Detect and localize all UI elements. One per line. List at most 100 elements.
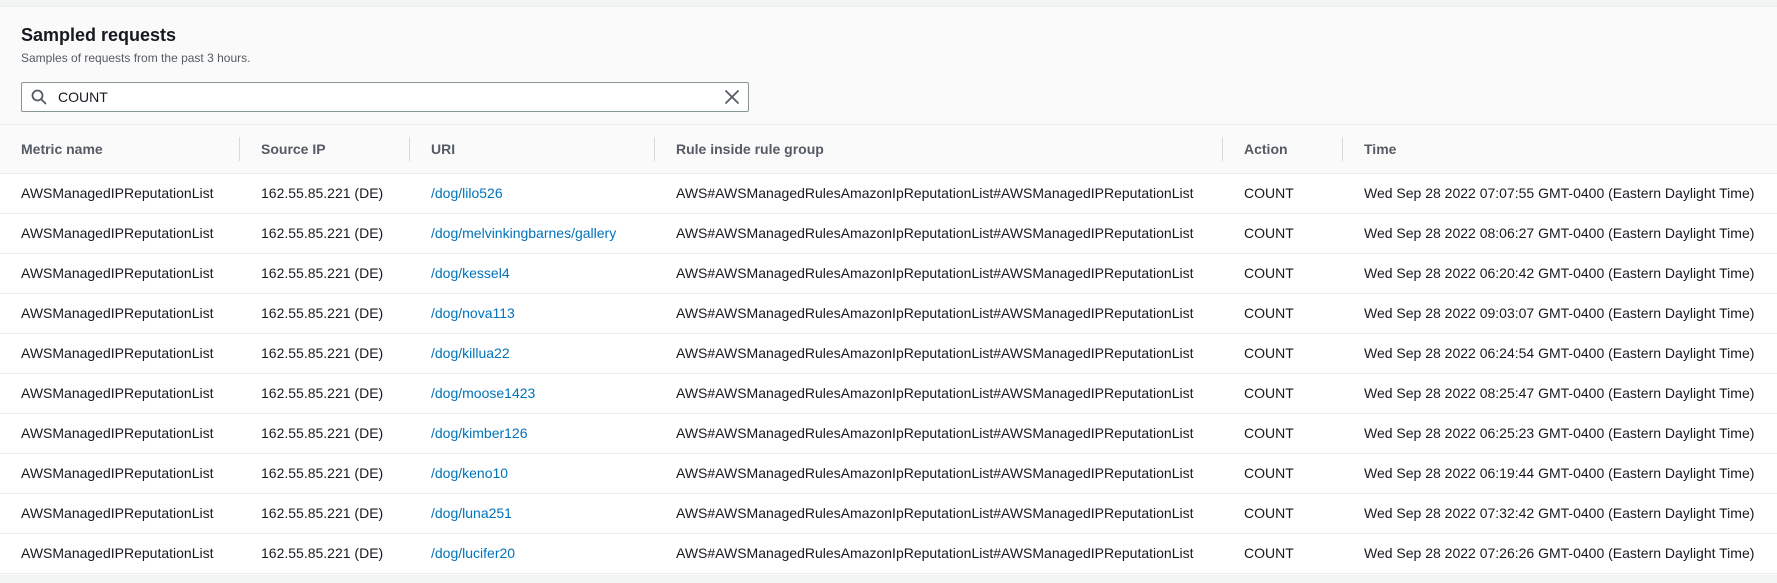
column-header-label: URI [431,140,456,157]
rule-cell: AWS#AWSManagedRulesAmazonIpReputationLis… [676,465,1194,481]
uri-link[interactable]: /dog/lilo526 [431,185,503,201]
column-header-label: Source IP [261,140,326,157]
table-row: AWSManagedIPReputationList 162.55.85.221 … [0,333,1777,373]
table-row: AWSManagedIPReputationList 162.55.85.221 … [0,373,1777,413]
uri-cell: /dog/killua22 [410,333,655,373]
metric-name-cell: AWSManagedIPReputationList [21,545,214,561]
source-ip-cell: 162.55.85.221 (DE) [261,505,384,521]
time-cell: Wed Sep 28 2022 07:07:55 GMT-0400 (Easte… [1364,185,1755,201]
table-header-row: Metric name Source IP URI Rule inside ru… [0,125,1777,173]
uri-link[interactable]: /dog/moose1423 [431,385,535,401]
time-cell: Wed Sep 28 2022 07:32:42 GMT-0400 (Easte… [1364,505,1755,521]
time-cell: Wed Sep 28 2022 07:26:26 GMT-0400 (Easte… [1364,545,1755,561]
column-header-time[interactable]: Time [1343,125,1777,173]
uri-cell: /dog/kimber126 [410,413,655,453]
close-icon[interactable] [724,89,740,105]
action-cell: COUNT [1244,545,1294,561]
uri-cell: /dog/lucifer20 [410,533,655,573]
rule-cell: AWS#AWSManagedRulesAmazonIpReputationLis… [676,385,1194,401]
action-cell: COUNT [1244,225,1294,241]
uri-cell: /dog/keno10 [410,453,655,493]
source-ip-cell: 162.55.85.221 (DE) [261,465,384,481]
uri-link[interactable]: /dog/kessel4 [431,265,510,281]
source-ip-cell: 162.55.85.221 (DE) [261,305,384,321]
uri-link[interactable]: /dog/killua22 [431,345,510,361]
column-header-uri[interactable]: URI [410,125,655,173]
action-cell: COUNT [1244,265,1294,281]
page-subtitle: Samples of requests from the past 3 hour… [21,51,251,65]
metric-name-cell: AWSManagedIPReputationList [21,265,214,281]
uri-cell: /dog/moose1423 [410,373,655,413]
table-row: AWSManagedIPReputationList 162.55.85.221 … [0,533,1777,573]
rule-cell: AWS#AWSManagedRulesAmazonIpReputationLis… [676,425,1194,441]
rule-cell: AWS#AWSManagedRulesAmazonIpReputationLis… [676,305,1194,321]
uri-link[interactable]: /dog/luna251 [431,505,512,521]
rule-cell: AWS#AWSManagedRulesAmazonIpReputationLis… [676,345,1194,361]
metric-name-cell: AWSManagedIPReputationList [21,185,214,201]
action-cell: COUNT [1244,425,1294,441]
table-row: AWSManagedIPReputationList 162.55.85.221 … [0,413,1777,453]
table-row: AWSManagedIPReputationList 162.55.85.221 … [0,253,1777,293]
column-header-rule[interactable]: Rule inside rule group [655,125,1223,173]
time-cell: Wed Sep 28 2022 06:25:23 GMT-0400 (Easte… [1364,425,1755,441]
table-row: AWSManagedIPReputationList 162.55.85.221 … [0,493,1777,533]
column-header-source-ip[interactable]: Source IP [240,125,410,173]
time-cell: Wed Sep 28 2022 08:25:47 GMT-0400 (Easte… [1364,385,1755,401]
uri-cell: /dog/luna251 [410,493,655,533]
rule-cell: AWS#AWSManagedRulesAmazonIpReputationLis… [676,265,1194,281]
search-input[interactable] [56,85,698,109]
metric-name-cell: AWSManagedIPReputationList [21,225,214,241]
column-header-metric-name[interactable]: Metric name [0,125,240,173]
action-cell: COUNT [1244,345,1294,361]
rule-cell: AWS#AWSManagedRulesAmazonIpReputationLis… [676,505,1194,521]
action-cell: COUNT [1244,185,1294,201]
rule-cell: AWS#AWSManagedRulesAmazonIpReputationLis… [676,545,1194,561]
metric-name-cell: AWSManagedIPReputationList [21,425,214,441]
uri-cell: /dog/nova113 [410,293,655,333]
page-title: Sampled requests [21,25,177,45]
action-cell: COUNT [1244,385,1294,401]
source-ip-cell: 162.55.85.221 (DE) [261,385,384,401]
uri-link[interactable]: /dog/kimber126 [431,425,528,441]
table-body: AWSManagedIPReputationList 162.55.85.221 … [0,173,1777,573]
uri-cell: /dog/kessel4 [410,253,655,293]
sampled-requests-table: Metric name Source IP URI Rule inside ru… [0,125,1777,574]
column-header-label: Action [1244,140,1288,157]
metric-name-cell: AWSManagedIPReputationList [21,465,214,481]
action-cell: COUNT [1244,465,1294,481]
uri-link[interactable]: /dog/keno10 [431,465,508,481]
metric-name-cell: AWSManagedIPReputationList [21,505,214,521]
source-ip-cell: 162.55.85.221 (DE) [261,265,384,281]
search-icon [31,89,47,105]
uri-link[interactable]: /dog/melvinkingbarnes/gallery [431,225,616,241]
uri-link[interactable]: /dog/lucifer20 [431,545,515,561]
table-row: AWSManagedIPReputationList 162.55.85.221 … [0,213,1777,253]
time-cell: Wed Sep 28 2022 09:03:07 GMT-0400 (Easte… [1364,305,1755,321]
time-cell: Wed Sep 28 2022 06:20:42 GMT-0400 (Easte… [1364,265,1755,281]
column-header-action[interactable]: Action [1223,125,1343,173]
source-ip-cell: 162.55.85.221 (DE) [261,425,384,441]
panel-header: Sampled requests Samples of requests fro… [0,7,1777,125]
column-header-label: Time [1364,140,1397,157]
uri-cell: /dog/melvinkingbarnes/gallery [410,213,655,253]
time-cell: Wed Sep 28 2022 06:19:44 GMT-0400 (Easte… [1364,465,1755,481]
action-cell: COUNT [1244,505,1294,521]
column-header-label: Rule inside rule group [676,140,824,157]
table-row: AWSManagedIPReputationList 162.55.85.221 … [0,453,1777,493]
search-box[interactable] [21,82,749,112]
action-cell: COUNT [1244,305,1294,321]
column-header-label: Metric name [21,140,103,157]
metric-name-cell: AWSManagedIPReputationList [21,385,214,401]
source-ip-cell: 162.55.85.221 (DE) [261,545,384,561]
uri-link[interactable]: /dog/nova113 [431,305,515,321]
metric-name-cell: AWSManagedIPReputationList [21,305,214,321]
source-ip-cell: 162.55.85.221 (DE) [261,345,384,361]
table-row: AWSManagedIPReputationList 162.55.85.221 … [0,293,1777,333]
source-ip-cell: 162.55.85.221 (DE) [261,225,384,241]
sampled-requests-panel: Sampled requests Samples of requests fro… [0,6,1777,575]
uri-cell: /dog/lilo526 [410,173,655,213]
metric-name-cell: AWSManagedIPReputationList [21,345,214,361]
rule-cell: AWS#AWSManagedRulesAmazonIpReputationLis… [676,185,1194,201]
time-cell: Wed Sep 28 2022 08:06:27 GMT-0400 (Easte… [1364,225,1755,241]
time-cell: Wed Sep 28 2022 06:24:54 GMT-0400 (Easte… [1364,345,1755,361]
